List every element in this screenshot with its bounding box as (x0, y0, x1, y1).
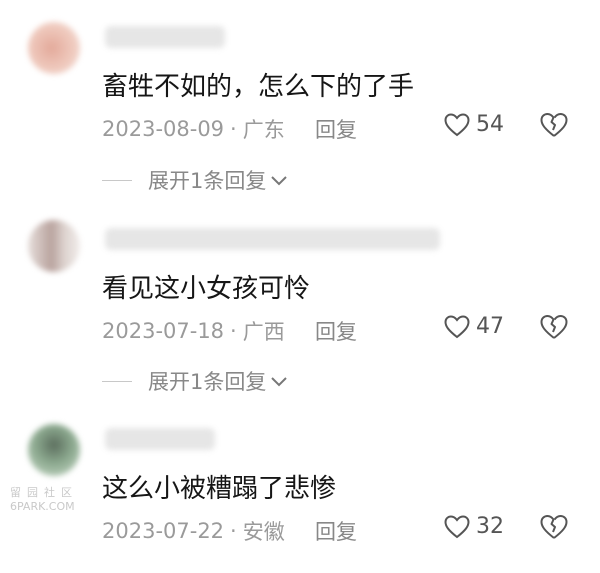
meta-separator: · (230, 117, 237, 141)
avatar[interactable] (28, 424, 80, 476)
expand-label: 展开1条回复 (148, 370, 267, 394)
comment-date: 2023-07-22 (102, 519, 225, 543)
broken-heart-icon (540, 315, 568, 339)
site-watermark: 留园社区 6PARK.COM (10, 486, 78, 514)
chevron-down-icon (271, 176, 288, 186)
like-button[interactable]: 32 (444, 514, 504, 539)
expand-replies[interactable]: 展开1条回复 (102, 165, 288, 195)
comment-location: 广东 (242, 118, 285, 142)
expand-label: 展开1条回复 (148, 169, 267, 193)
heart-icon (444, 314, 470, 338)
reply-button[interactable]: 回复 (315, 516, 357, 546)
comment-location: 安徽 (242, 520, 285, 544)
chevron-down-icon (271, 377, 288, 387)
watermark-line-1: 留园社区 (10, 486, 78, 499)
like-count: 32 (476, 514, 504, 539)
dislike-button[interactable] (540, 112, 568, 142)
username-blurred[interactable] (105, 26, 225, 48)
avatar[interactable] (28, 220, 80, 272)
heart-icon (444, 514, 470, 538)
broken-heart-icon (540, 113, 568, 137)
like-button[interactable]: 54 (444, 112, 504, 137)
avatar[interactable] (28, 22, 80, 74)
reply-button[interactable]: 回复 (315, 316, 357, 346)
comment-meta: 2023-07-18 · 广西 (102, 316, 285, 346)
divider-line (102, 179, 132, 181)
expand-replies[interactable]: 展开1条回复 (102, 366, 288, 396)
like-count: 47 (476, 314, 504, 339)
comment-text: 畜牲不如的，怎么下的了手 (102, 72, 415, 102)
meta-separator: · (230, 319, 237, 343)
comment-location: 广西 (242, 320, 285, 344)
watermark-line-2: 6PARK.COM (10, 500, 75, 513)
heart-icon (444, 112, 470, 136)
comment-meta: 2023-07-22 · 安徽 (102, 516, 285, 546)
username-blurred[interactable] (105, 228, 440, 250)
divider-line (102, 380, 132, 382)
meta-separator: · (230, 519, 237, 543)
comment-text: 这么小被糟蹋了悲惨 (102, 474, 337, 504)
dislike-button[interactable] (540, 314, 568, 344)
like-count: 54 (476, 112, 504, 137)
username-blurred[interactable] (105, 428, 215, 450)
comment-meta: 2023-08-09 · 广东 (102, 114, 285, 144)
dislike-button[interactable] (540, 514, 568, 544)
comment-text: 看见这小女孩可怜 (102, 274, 311, 304)
like-button[interactable]: 47 (444, 314, 504, 339)
reply-button[interactable]: 回复 (315, 114, 357, 144)
comment-date: 2023-07-18 (102, 319, 225, 343)
comment-date: 2023-08-09 (102, 117, 225, 141)
broken-heart-icon (540, 515, 568, 539)
